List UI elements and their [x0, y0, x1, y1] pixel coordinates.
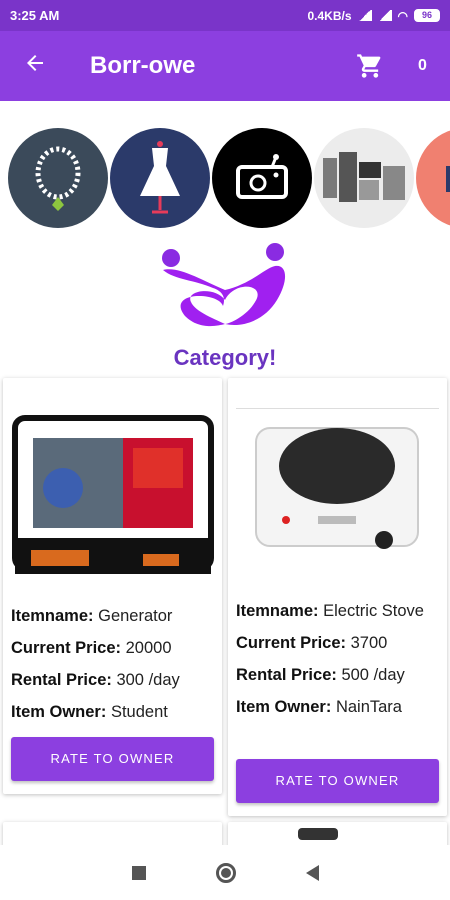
current-price-label: Current Price:: [236, 634, 347, 652]
app-bar: Borr-owe 0: [0, 31, 450, 101]
rate-to-owner-button[interactable]: RATE TO OWNER: [11, 737, 214, 781]
status-indicators: 0.4KB/s ◠ 96: [307, 9, 440, 23]
item-owner-label: Item Owner:: [236, 698, 332, 716]
item-name-label: Itemname:: [11, 607, 94, 625]
wifi-icon: ◠: [397, 8, 408, 23]
rental-price: 500 /day: [336, 666, 405, 684]
app-title: Borr-owe: [90, 52, 196, 79]
item-owner: NainTara: [331, 698, 402, 716]
back-button[interactable]: [305, 864, 319, 881]
category-heading: Category!: [173, 345, 277, 370]
rental-price-row: Rental Price: 500 /day: [236, 664, 439, 686]
bed-icon[interactable]: [416, 128, 450, 228]
cart-icon[interactable]: [345, 52, 395, 80]
signal-icon-2: [377, 10, 392, 21]
product-image-partial: [298, 828, 338, 840]
network-speed: 0.4KB/s: [307, 8, 352, 23]
current-price: 3700: [346, 634, 388, 652]
item-details: Itemname: Electric Stove Current Price: …: [236, 600, 439, 718]
cart-count: 0: [418, 57, 427, 74]
item-name: Generator: [93, 607, 173, 625]
rental-price: 300 /day: [111, 671, 180, 689]
item-owner-row: Item Owner: Student: [11, 696, 214, 728]
generator-image: [3, 388, 222, 588]
rental-price-label: Rental Price:: [11, 671, 112, 689]
necklace-icon[interactable]: [8, 128, 108, 228]
divider: [236, 408, 439, 409]
product-card: Itemname: Electric Stove Current Price: …: [228, 378, 447, 816]
item-name-row: Itemname: Electric Stove: [236, 600, 439, 622]
home-button[interactable]: [215, 862, 236, 883]
radio-icon[interactable]: [212, 128, 312, 228]
recents-button[interactable]: [131, 865, 146, 880]
system-nav-bar: [0, 845, 450, 900]
rental-price-label: Rental Price:: [236, 666, 337, 684]
back-arrow-icon[interactable]: [0, 50, 70, 82]
current-price: 20000: [121, 639, 172, 657]
signal-icon: [357, 10, 372, 21]
item-owner: Student: [106, 703, 168, 721]
status-bar: 3:25 AM 0.4KB/s ◠ 96: [0, 0, 450, 31]
rental-price-row: Rental Price: 300 /day: [11, 664, 214, 696]
current-price-label: Current Price:: [11, 639, 122, 657]
current-price-row: Current Price: 20000: [11, 632, 214, 664]
item-name-label: Itemname:: [236, 602, 319, 620]
battery-icon: 96: [414, 9, 440, 22]
item-details: Itemname: Generator Current Price: 20000…: [11, 600, 214, 728]
appliances-icon[interactable]: [314, 128, 414, 228]
product-card: Itemname: Generator Current Price: 20000…: [3, 378, 222, 794]
item-owner-label: Item Owner:: [11, 703, 107, 721]
status-time: 3:25 AM: [10, 8, 60, 23]
electric-stove-image: [228, 418, 447, 588]
item-name-row: Itemname: Generator: [11, 600, 214, 632]
item-name: Electric Stove: [318, 602, 424, 620]
item-owner-row: Item Owner: NainTara: [236, 696, 439, 718]
current-price-row: Current Price: 3700: [236, 632, 439, 654]
category-carousel: [8, 128, 450, 228]
rate-to-owner-button[interactable]: RATE TO OWNER: [236, 759, 439, 803]
dress-icon[interactable]: [110, 128, 210, 228]
app-logo: [155, 240, 295, 330]
